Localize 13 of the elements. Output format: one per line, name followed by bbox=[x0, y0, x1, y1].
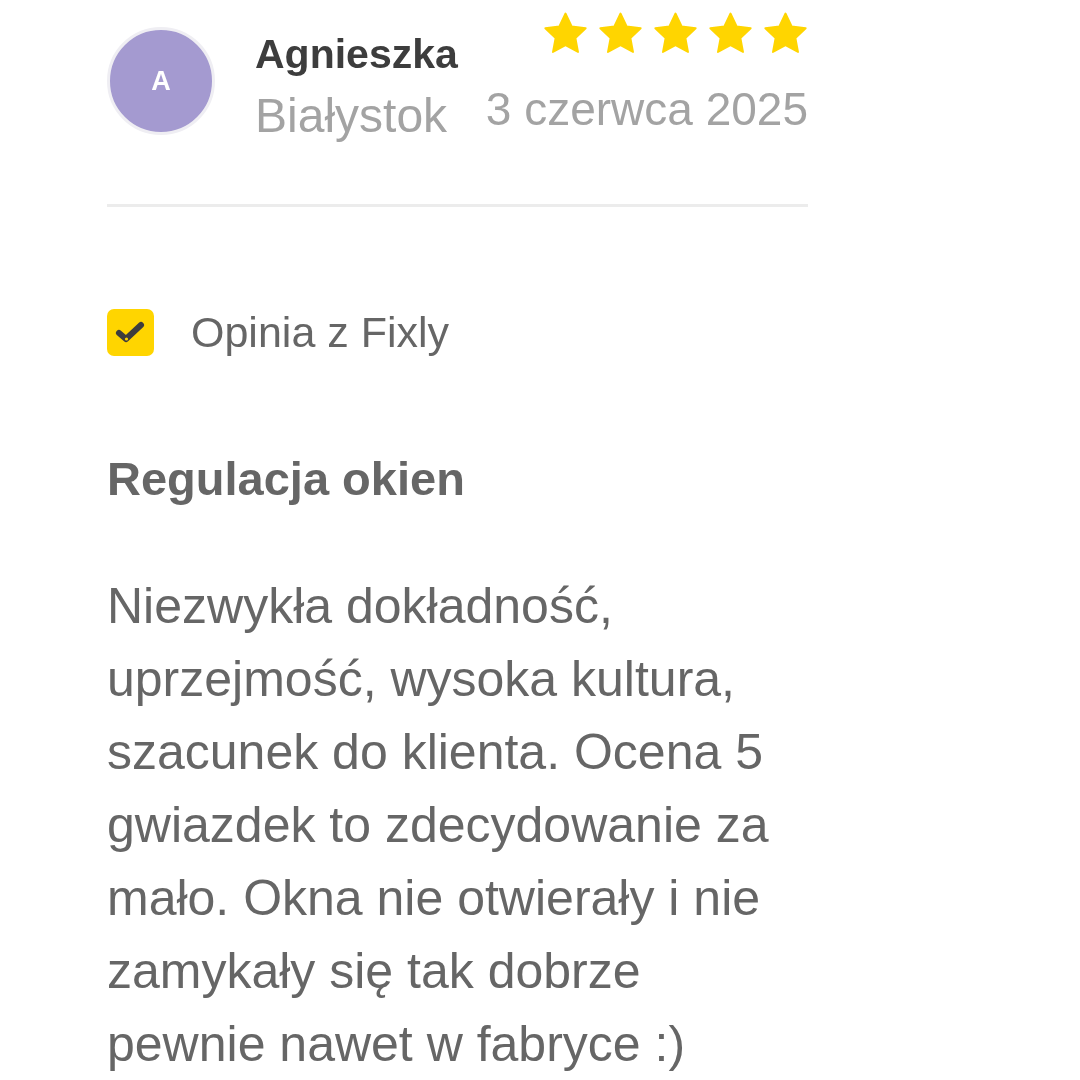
star-icon bbox=[543, 12, 588, 55]
star-icon bbox=[708, 12, 753, 55]
review-source: Opinia z Fixly bbox=[191, 307, 450, 357]
avatar: A bbox=[107, 27, 215, 135]
star-icon bbox=[763, 12, 808, 55]
reviewer-name: Agnieszka bbox=[255, 31, 459, 77]
review-date: 3 czerwca 2025 bbox=[485, 84, 808, 134]
review-title: Regulacja okien bbox=[107, 452, 466, 506]
reviewer-city: Białystok bbox=[255, 90, 449, 142]
star-icon bbox=[653, 12, 698, 55]
check-badge-icon bbox=[107, 308, 154, 356]
star-icon bbox=[598, 12, 643, 55]
review-text: Niezwykła dokładność, uprzejmość, wysoka kultura, szacunek do klienta. Ocena 5 gwiazdek to zdecydowanie za mało. Okna nie otwierały i nie zamykały się tak dobrze pewnie nawet w fabryce :) bbox=[107, 577, 770, 1074]
